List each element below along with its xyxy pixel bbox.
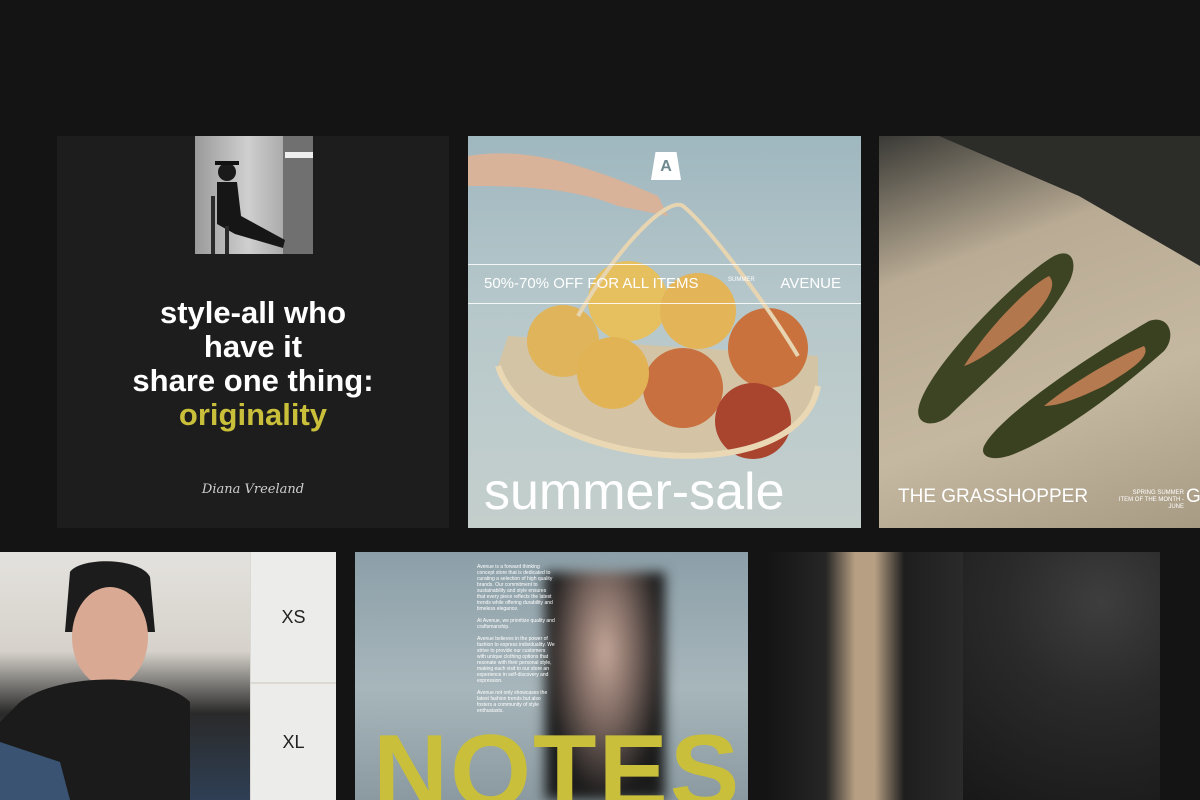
model-portrait	[0, 552, 250, 800]
signature: Diana Vreeland	[201, 482, 305, 497]
quote-line-2: have it	[203, 329, 303, 364]
shoes-photo	[918, 136, 1200, 459]
notes-card: Avenue is a forward thinking concept sto…	[355, 552, 748, 800]
quote-line-3: share one thing:	[132, 363, 374, 398]
quote-text: style-all who have it share one thing: o…	[57, 296, 449, 432]
divider-top	[468, 264, 861, 265]
model-figure	[0, 561, 190, 800]
size-option-xs[interactable]: XS	[251, 552, 336, 682]
divider-bottom	[468, 303, 861, 304]
notes-paragraph-1: Avenue is a forward thinking concept sto…	[477, 564, 553, 612]
coat-card	[767, 552, 1160, 800]
sale-headline: summer-sale	[484, 463, 785, 521]
shoe-cut-letter: G	[1186, 486, 1200, 507]
seated-woman-photo	[195, 136, 313, 254]
shoe-subtitle: SPRING SUMMER ITEM OF THE MONTH - JUNE	[1104, 490, 1184, 511]
summer-sale-card: A 50%-70% OFF FOR ALL ITEMS SUMMER AVENU…	[468, 136, 861, 528]
brand-name: AVENUE	[780, 275, 841, 292]
shoe-subtitle-line-1: SPRING SUMMER	[1132, 490, 1184, 496]
coat-outfit-photo	[767, 552, 963, 800]
notes-headline: NOTES	[373, 714, 742, 800]
notes-paragraph-4: Avenue not only showcases the latest fas…	[477, 690, 548, 714]
quote-highlight: originality	[178, 397, 328, 432]
quote-card: style-all who have it share one thing: o…	[57, 136, 449, 528]
notes-paragraph-2: At Avenue, we prioritize quality and cra…	[477, 618, 555, 630]
fabric-detail-photo	[963, 552, 1160, 800]
size-card: XS XL	[0, 552, 336, 800]
notes-text: Avenue is a forward thinking concept sto…	[477, 564, 555, 720]
grasshopper-card: THE GRASSHOPPER SPRING SUMMER ITEM OF TH…	[879, 136, 1200, 528]
quote-line-1: style-all who	[159, 295, 347, 330]
shoe-title: THE GRASSHOPPER	[898, 486, 1089, 507]
notes-paragraph-3: Avenue believes in the power of fashion …	[477, 636, 555, 684]
shoe-subtitle-line-2: ITEM OF THE MONTH - JUNE	[1118, 497, 1184, 510]
avenue-logo: A	[651, 152, 681, 180]
offer-text: 50%-70% OFF FOR ALL ITEMS	[484, 275, 699, 292]
size-option-xl[interactable]: XL	[251, 684, 336, 800]
season-label: SUMMER	[728, 277, 755, 283]
